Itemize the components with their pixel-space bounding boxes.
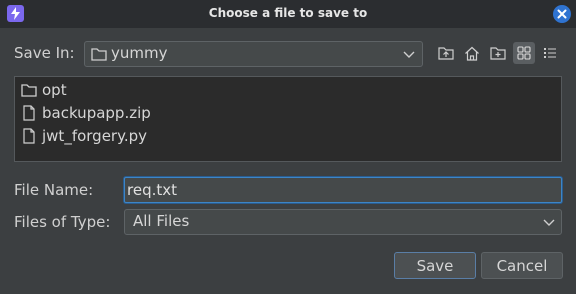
up-folder-button[interactable] bbox=[435, 42, 457, 64]
list-item[interactable]: backupapp.zip bbox=[21, 102, 151, 124]
file-list[interactable]: opt backupapp.zip jwt_forgery.py bbox=[14, 76, 562, 162]
file-icon bbox=[23, 105, 35, 121]
save-in-label: Save In: bbox=[14, 44, 75, 62]
details-view-button[interactable] bbox=[539, 42, 561, 64]
file-type-label: Files of Type: bbox=[14, 213, 111, 231]
title-bar: Choose a file to save to bbox=[0, 0, 576, 28]
save-in-dropdown[interactable]: yummy bbox=[84, 41, 423, 67]
home-icon bbox=[465, 46, 479, 61]
new-folder-icon bbox=[490, 47, 506, 60]
window-title: Choose a file to save to bbox=[208, 6, 368, 20]
file-name: opt bbox=[42, 81, 67, 99]
new-folder-button[interactable] bbox=[487, 42, 509, 64]
cancel-button[interactable]: Cancel bbox=[481, 252, 563, 279]
chevron-down-icon bbox=[543, 219, 555, 226]
list-item[interactable]: opt bbox=[21, 79, 67, 101]
save-button[interactable]: Save bbox=[394, 252, 476, 279]
save-in-value: yummy bbox=[111, 44, 168, 62]
list-view-button[interactable] bbox=[513, 42, 535, 64]
home-button[interactable] bbox=[461, 42, 483, 64]
folder-icon bbox=[21, 84, 37, 97]
file-name-input[interactable] bbox=[127, 179, 547, 201]
folder-icon bbox=[91, 48, 107, 61]
file-icon bbox=[23, 128, 35, 144]
file-type-value: All Files bbox=[133, 212, 190, 230]
file-name-label: File Name: bbox=[14, 181, 94, 199]
close-icon bbox=[557, 9, 567, 19]
file-name-field[interactable] bbox=[124, 177, 562, 203]
up-folder-icon bbox=[438, 47, 454, 60]
file-name: backupapp.zip bbox=[42, 104, 151, 122]
details-view-icon bbox=[544, 48, 556, 58]
file-type-dropdown[interactable]: All Files bbox=[124, 209, 562, 235]
list-view-icon bbox=[517, 46, 531, 60]
chevron-down-icon bbox=[403, 51, 415, 58]
list-item[interactable]: jwt_forgery.py bbox=[21, 125, 147, 147]
file-name: jwt_forgery.py bbox=[42, 127, 147, 145]
close-button[interactable] bbox=[553, 5, 571, 23]
